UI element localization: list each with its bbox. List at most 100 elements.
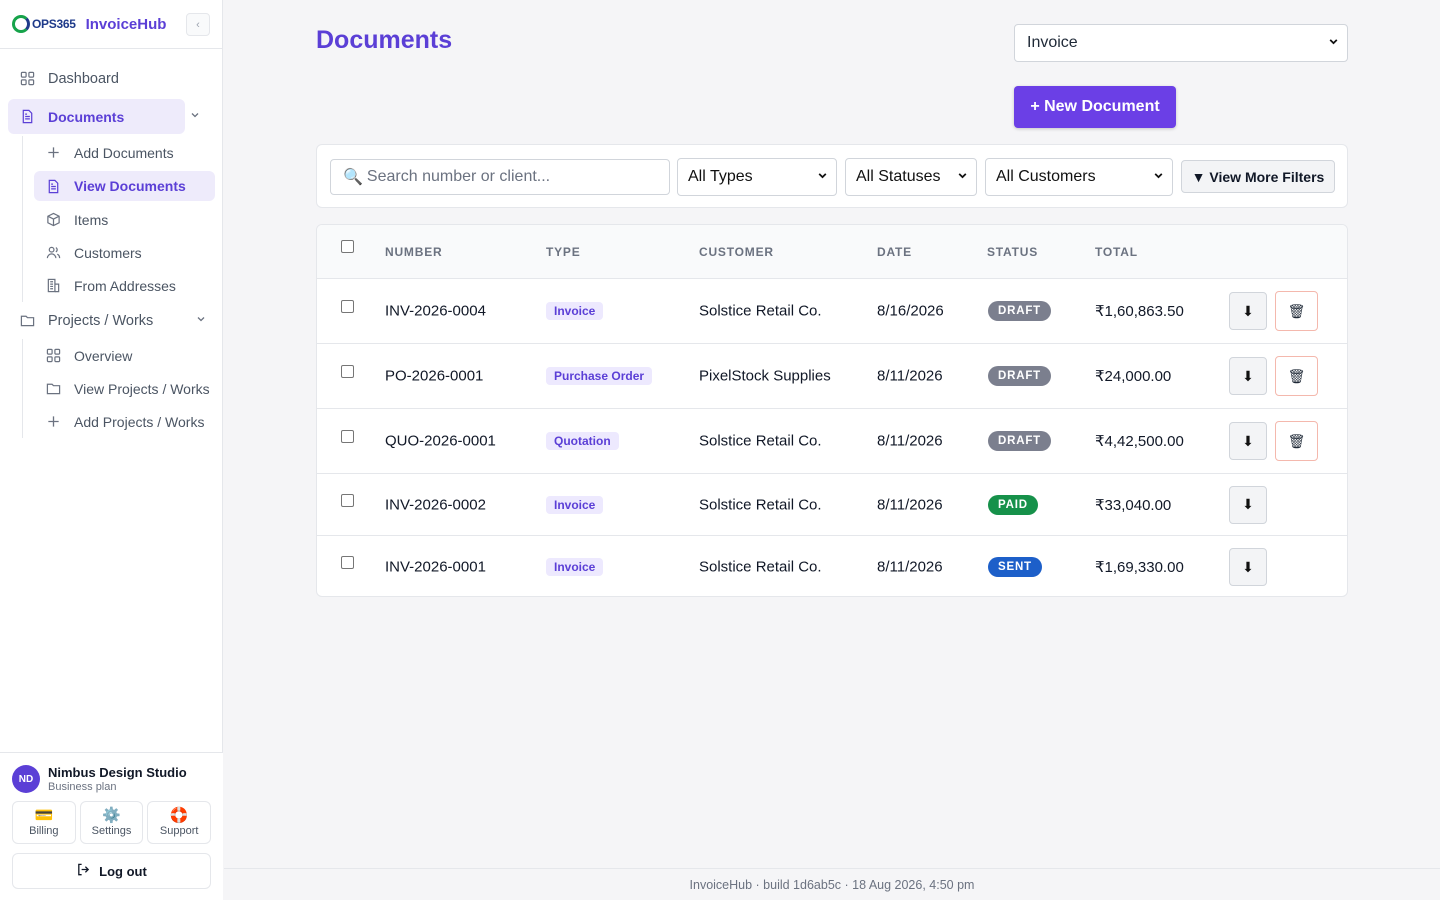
column-header-total[interactable]: TOTAL bbox=[1095, 245, 1138, 259]
delete-button[interactable]: 🗑 bbox=[1275, 421, 1318, 461]
type-filter-select[interactable]: All Types bbox=[677, 158, 837, 196]
download-button[interactable]: ⬇ bbox=[1229, 357, 1267, 395]
search-icon: 🔍 bbox=[343, 169, 363, 186]
main-content: Documents Invoice + New Document 🔍 Searc… bbox=[224, 0, 1440, 868]
table-row[interactable]: INV-2026-0001 Invoice Solstice Retail Co… bbox=[317, 536, 1347, 596]
table-row[interactable]: PO-2026-0001 Purchase Order PixelStock S… bbox=[317, 344, 1347, 409]
row-checkbox[interactable] bbox=[341, 430, 354, 443]
type-badge: Quotation bbox=[546, 432, 619, 450]
support-button[interactable]: 🛟 Support bbox=[147, 801, 212, 844]
view-more-filters-button[interactable]: ▼ View More Filters bbox=[1181, 160, 1335, 193]
sidebar-item-view-documents[interactable]: View Documents bbox=[34, 171, 215, 201]
users-icon bbox=[46, 245, 61, 260]
document-type-select[interactable]: Invoice bbox=[1014, 24, 1348, 62]
row-number[interactable]: PO-2026-0001 bbox=[385, 368, 483, 385]
chevron-down-icon bbox=[1153, 170, 1164, 184]
account-name: Nimbus Design Studio bbox=[48, 765, 187, 780]
chevron-down-icon bbox=[1328, 36, 1339, 50]
status-filter-select[interactable]: All Statuses bbox=[845, 158, 977, 196]
row-date: 8/11/2026 bbox=[877, 432, 943, 450]
sidebar-item-label: Dashboard bbox=[48, 70, 119, 87]
row-number[interactable]: INV-2026-0001 bbox=[385, 559, 486, 576]
select-all-checkbox[interactable] bbox=[341, 240, 354, 253]
lifebuoy-icon: 🛟 bbox=[169, 807, 189, 824]
row-customer: PixelStock Supplies bbox=[699, 367, 831, 385]
account-row[interactable]: ND Nimbus Design Studio Business plan bbox=[12, 765, 211, 793]
delete-button[interactable]: 🗑 bbox=[1275, 356, 1318, 396]
search-placeholder: Search number or client... bbox=[366, 168, 551, 185]
sidebar-item-view-projects[interactable]: View Projects / Works bbox=[34, 372, 222, 405]
status-badge: SENT bbox=[988, 557, 1042, 577]
column-header-customer[interactable]: CUSTOMER bbox=[699, 245, 774, 259]
building-icon bbox=[46, 278, 61, 293]
grid-icon bbox=[20, 71, 35, 86]
brand-bar: OPS365 InvoiceHub ‹ bbox=[0, 0, 222, 49]
table-row[interactable]: QUO-2026-0001 Quotation Solstice Retail … bbox=[317, 409, 1347, 474]
column-header-number[interactable]: NUMBER bbox=[385, 245, 442, 259]
row-total: ₹1,60,863.50 bbox=[1095, 303, 1184, 320]
status-filter-value: All Statuses bbox=[856, 168, 941, 185]
row-checkbox[interactable] bbox=[341, 556, 354, 569]
projects-submenu: Overview View Projects / Works Add Proje… bbox=[22, 339, 222, 438]
column-header-type[interactable]: TYPE bbox=[546, 245, 581, 259]
chevron-down-icon[interactable] bbox=[196, 314, 206, 327]
table-row[interactable]: INV-2026-0002 Invoice Solstice Retail Co… bbox=[317, 474, 1347, 536]
document-icon bbox=[20, 109, 35, 124]
collapse-sidebar-button[interactable]: ‹ bbox=[186, 13, 210, 36]
logout-button[interactable]: Log out bbox=[12, 853, 211, 889]
sidebar-item-dashboard[interactable]: Dashboard bbox=[0, 62, 222, 95]
sidebar-item-label: View Documents bbox=[74, 178, 186, 194]
download-button[interactable]: ⬇ bbox=[1229, 422, 1267, 460]
sidebar-item-label: Customers bbox=[74, 244, 142, 261]
document-type-value: Invoice bbox=[1027, 34, 1078, 51]
settings-button[interactable]: ⚙️ Settings bbox=[79, 801, 144, 844]
row-date: 8/11/2026 bbox=[877, 496, 943, 513]
download-button[interactable]: ⬇ bbox=[1229, 292, 1267, 330]
billing-label: Billing bbox=[29, 825, 59, 837]
chevron-down-icon bbox=[817, 170, 828, 184]
customer-filter-value: All Customers bbox=[996, 168, 1096, 185]
delete-button[interactable]: 🗑 bbox=[1275, 291, 1318, 331]
download-button[interactable]: ⬇ bbox=[1229, 485, 1267, 524]
type-badge: Invoice bbox=[546, 495, 604, 514]
download-button[interactable]: ⬇ bbox=[1229, 548, 1267, 586]
search-input[interactable]: 🔍 Search number or client... bbox=[330, 159, 670, 195]
customer-filter-select[interactable]: All Customers bbox=[985, 158, 1173, 196]
row-number[interactable]: INV-2026-0004 bbox=[385, 303, 486, 320]
documents-submenu: Add Documents View Documents Items Custo… bbox=[22, 136, 222, 302]
sidebar-item-add-documents[interactable]: Add Documents bbox=[34, 136, 222, 169]
sidebar-item-label: From Addresses bbox=[74, 277, 176, 294]
sidebar-item-customers[interactable]: Customers bbox=[34, 236, 222, 269]
document-icon bbox=[46, 179, 61, 194]
row-checkbox[interactable] bbox=[341, 494, 354, 507]
sidebar-nav: Dashboard Documents Add Documents View D… bbox=[0, 49, 222, 438]
box-icon bbox=[46, 212, 61, 227]
trash-icon: 🗑 bbox=[1287, 367, 1306, 384]
row-customer: Solstice Retail Co. bbox=[699, 302, 822, 320]
row-date: 8/16/2026 bbox=[877, 302, 944, 320]
settings-label: Settings bbox=[91, 825, 132, 837]
sidebar-item-items[interactable]: Items bbox=[34, 203, 222, 236]
row-total: ₹4,42,500.00 bbox=[1095, 433, 1184, 450]
sidebar-item-from-addresses[interactable]: From Addresses bbox=[34, 269, 222, 302]
download-icon: ⬇ bbox=[1242, 302, 1254, 319]
row-number[interactable]: INV-2026-0002 bbox=[385, 496, 486, 513]
sidebar-item-add-projects[interactable]: Add Projects / Works bbox=[34, 405, 222, 438]
support-label: Support bbox=[159, 825, 199, 837]
account-plan: Business plan bbox=[48, 781, 117, 793]
footer-build-info: InvoiceHub · build 1d6ab5c · 18 Aug 2026… bbox=[224, 868, 1440, 900]
row-checkbox[interactable] bbox=[341, 365, 354, 378]
table-row[interactable]: INV-2026-0004 Invoice Solstice Retail Co… bbox=[317, 279, 1347, 344]
account-panel: ND Nimbus Design Studio Business plan 💳 … bbox=[0, 752, 223, 900]
sidebar-item-documents[interactable]: Documents bbox=[8, 99, 199, 134]
row-total: ₹1,69,330.00 bbox=[1095, 559, 1184, 576]
billing-button[interactable]: 💳 Billing bbox=[12, 801, 76, 844]
column-header-date[interactable]: DATE bbox=[877, 245, 912, 259]
chevron-down-icon[interactable] bbox=[190, 110, 200, 123]
row-number[interactable]: QUO-2026-0001 bbox=[385, 433, 496, 450]
column-header-status[interactable]: STATUS bbox=[987, 245, 1038, 259]
sidebar-item-overview[interactable]: Overview bbox=[34, 339, 222, 372]
sidebar-item-projects[interactable]: Projects / Works bbox=[0, 304, 222, 337]
row-checkbox[interactable] bbox=[341, 300, 354, 313]
new-document-button[interactable]: + New Document bbox=[1014, 86, 1176, 128]
